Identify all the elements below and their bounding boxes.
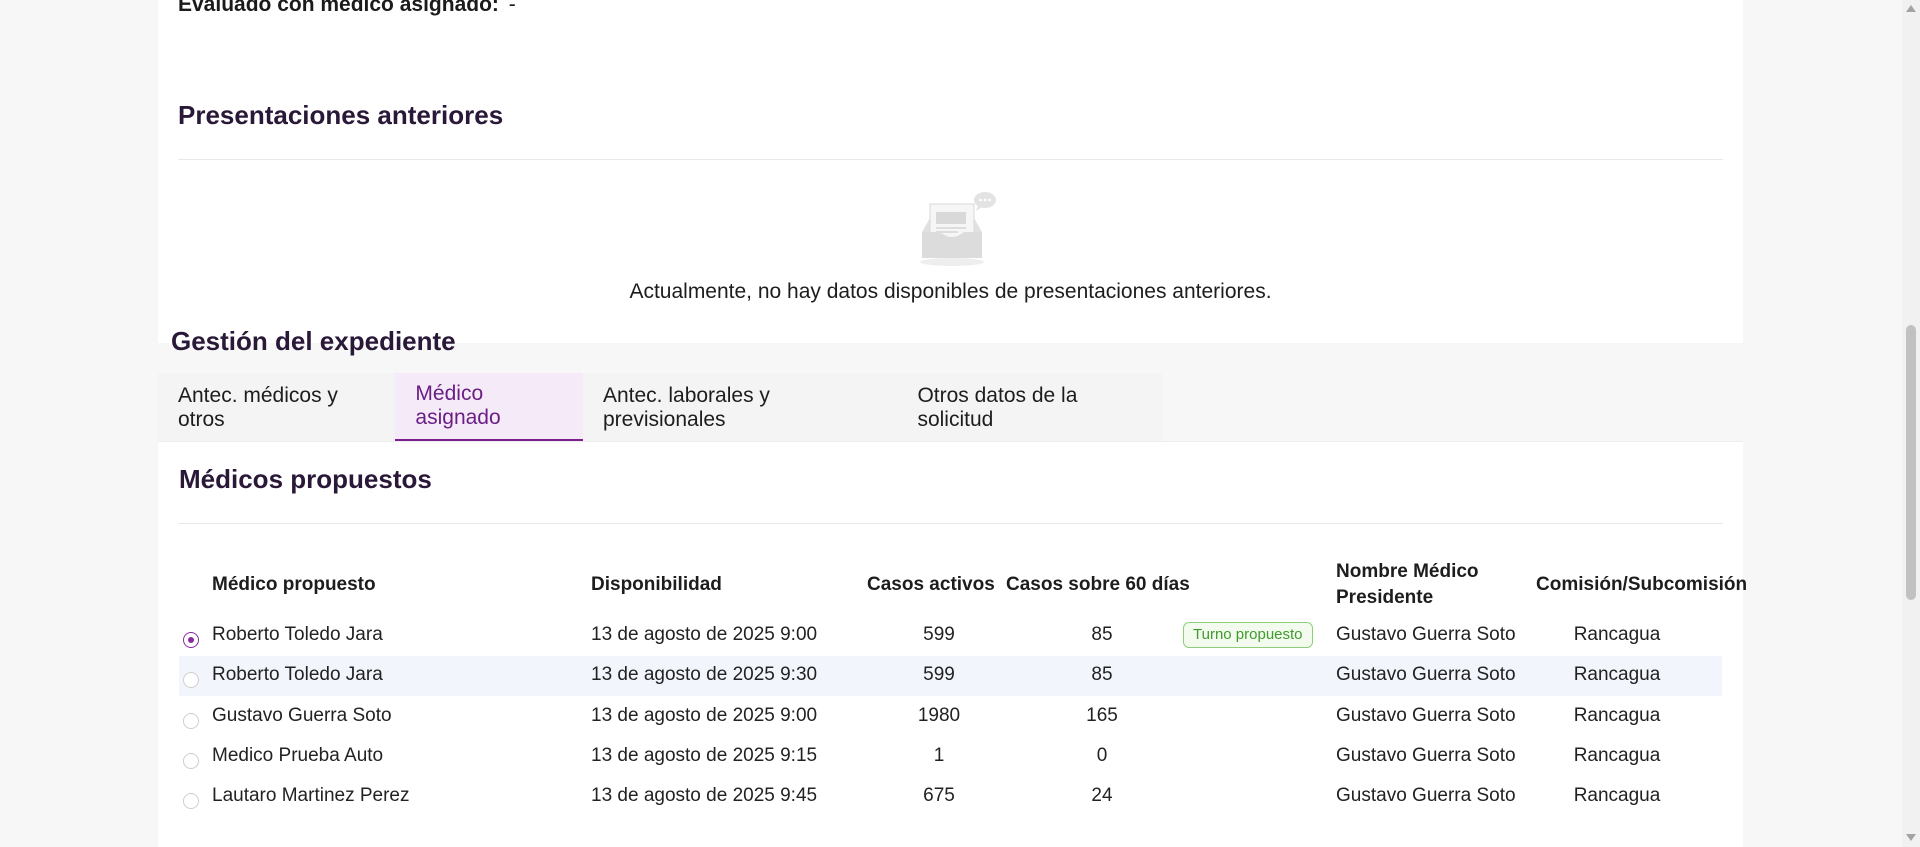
- scroll-down-icon[interactable]: [1906, 834, 1916, 841]
- cell-medico: Medico Prueba Auto: [212, 745, 384, 766]
- turno-propuesto-badge: Turno propuesto: [1183, 622, 1313, 648]
- cell-presidente: Gustavo Guerra Soto: [1336, 624, 1516, 645]
- evaluado-label: Evaluado con médico asignado:: [178, 0, 499, 16]
- cell-presidente: Gustavo Guerra Soto: [1336, 664, 1516, 685]
- table-row[interactable]: Roberto Toledo Jara 13 de agosto de 2025…: [179, 616, 1722, 656]
- tab-medico-asignado[interactable]: Médico asignado: [395, 373, 583, 442]
- col-header-comision: Comisión/Subcomisión: [1536, 574, 1748, 595]
- tab-antec-laborales[interactable]: Antec. laborales y previsionales: [583, 373, 897, 442]
- cell-comision: Rancagua: [1573, 624, 1661, 645]
- empty-message: Actualmente, no hay datos disponibles de…: [629, 280, 1272, 303]
- cell-medico: Lautaro Martinez Perez: [212, 785, 410, 806]
- inbox-icon: [920, 192, 996, 266]
- cell-casos-activos: 599: [923, 664, 955, 685]
- divider: [178, 159, 1723, 160]
- col-header-medico: Médico propuesto: [212, 574, 376, 595]
- col-header-casos-60: Casos sobre 60 días: [1006, 574, 1190, 595]
- col-header-casos-activos: Casos activos: [867, 574, 995, 595]
- cell-comision: Rancagua: [1573, 785, 1661, 806]
- cell-casos-60: 24: [1091, 785, 1113, 806]
- col-header-disponibilidad: Disponibilidad: [591, 574, 722, 595]
- table-row[interactable]: Roberto Toledo Jara 13 de agosto de 2025…: [179, 656, 1722, 696]
- cell-casos-activos: 1980: [917, 705, 961, 726]
- cell-comision: Rancagua: [1573, 705, 1661, 726]
- cell-comision: Rancagua: [1573, 745, 1661, 766]
- radio-select-row[interactable]: [183, 632, 199, 648]
- cell-casos-60: 165: [1086, 705, 1118, 726]
- cell-disponibilidad: 13 de agosto de 2025 9:00: [591, 624, 818, 645]
- cell-comision: Rancagua: [1573, 664, 1661, 685]
- tab-antec-medicos[interactable]: Antec. médicos y otros: [158, 373, 395, 442]
- tabs-divider: [158, 441, 1743, 442]
- radio-select-row[interactable]: [183, 793, 199, 809]
- cell-casos-60: 0: [1096, 745, 1108, 766]
- cell-medico: Gustavo Guerra Soto: [212, 705, 392, 726]
- table-row[interactable]: Medico Prueba Auto 13 de agosto de 2025 …: [179, 737, 1722, 777]
- table-row[interactable]: Lautaro Martinez Perez 13 de agosto de 2…: [179, 777, 1722, 817]
- cell-casos-60: 85: [1091, 624, 1113, 645]
- cell-disponibilidad: 13 de agosto de 2025 9:45: [591, 785, 818, 806]
- cell-disponibilidad: 13 de agosto de 2025 9:30: [591, 664, 818, 685]
- cell-casos-60: 85: [1091, 664, 1113, 685]
- scrollbar-thumb[interactable]: [1906, 325, 1916, 600]
- cell-casos-activos: 1: [933, 745, 945, 766]
- cell-medico: Roberto Toledo Jara: [212, 664, 383, 685]
- cell-disponibilidad: 13 de agosto de 2025 9:00: [591, 705, 818, 726]
- cell-presidente: Gustavo Guerra Soto: [1336, 745, 1516, 766]
- presentaciones-title: Presentaciones anteriores: [178, 100, 504, 130]
- table-row[interactable]: Gustavo Guerra Soto 13 de agosto de 2025…: [179, 697, 1722, 737]
- col-header-presidente: Nombre Médico Presidente: [1336, 561, 1479, 608]
- cell-casos-activos: 675: [923, 785, 955, 806]
- cell-medico: Roberto Toledo Jara: [212, 624, 383, 645]
- cell-presidente: Gustavo Guerra Soto: [1336, 705, 1516, 726]
- vertical-scrollbar[interactable]: [1902, 0, 1920, 847]
- evaluado-value: -: [508, 0, 516, 16]
- cell-casos-activos: 599: [923, 624, 955, 645]
- radio-select-row[interactable]: [183, 672, 199, 688]
- cell-disponibilidad: 13 de agosto de 2025 9:15: [591, 745, 818, 766]
- evaluado-line: Evaluado con médico asignado: -: [178, 0, 516, 17]
- cell-presidente: Gustavo Guerra Soto: [1336, 785, 1516, 806]
- radio-select-row[interactable]: [183, 713, 199, 729]
- tab-bar: Antec. médicos y otros Médico asignado A…: [158, 373, 1162, 442]
- gestion-title: Gestión del expediente: [171, 326, 456, 356]
- divider: [178, 523, 1723, 524]
- medicos-title: Médicos propuestos: [179, 464, 432, 494]
- tab-otros-datos[interactable]: Otros datos de la solicitud: [897, 373, 1162, 442]
- radio-select-row[interactable]: [183, 753, 199, 769]
- scroll-up-icon[interactable]: [1906, 5, 1916, 12]
